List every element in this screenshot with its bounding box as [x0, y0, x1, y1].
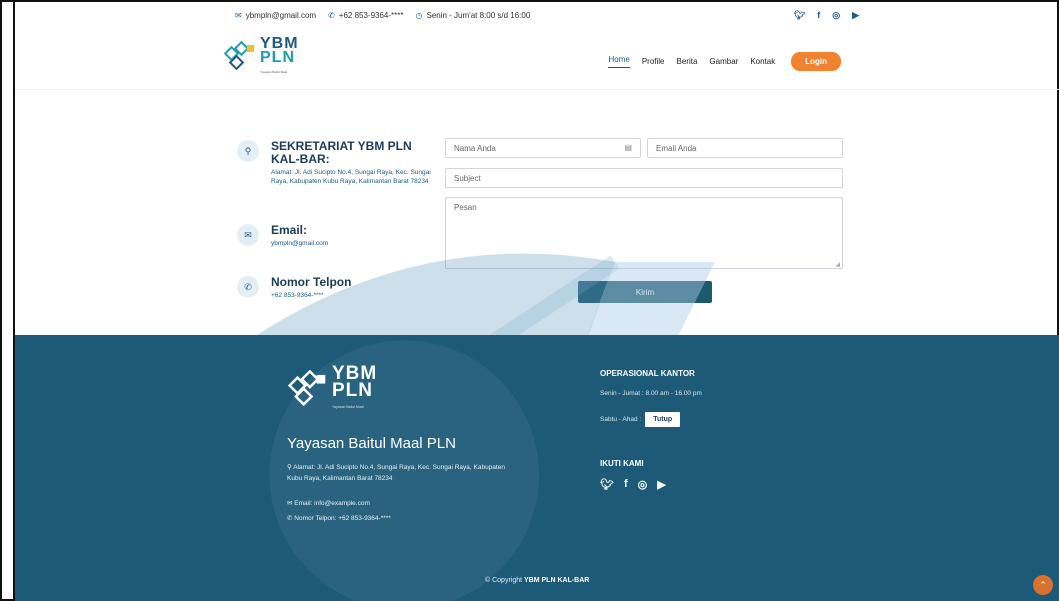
instagram-icon[interactable]: ◎: [638, 478, 648, 491]
login-button[interactable]: Login: [791, 52, 841, 71]
facebook-icon[interactable]: f: [624, 478, 628, 491]
footer-address: ⚲ Alamat: Jl. Adi Sucipto No.4, Sungai R…: [287, 462, 517, 484]
logo-subtitle: Yayasan Baitul Maal: [260, 70, 288, 74]
office-info: ⚲ SEKRETARIAT YBM PLN KAL-BAR: Alamat: J…: [237, 140, 437, 186]
footer-logo[interactable]: YBM PLN Yayasan Baitul Maal: [287, 364, 377, 416]
email-value: ybmpln@gmail.com: [271, 240, 329, 247]
copyright-prefix: © Copyright: [485, 577, 525, 584]
twitter-icon[interactable]: 🐦︎: [794, 10, 805, 21]
name-input-placeholder: Nama Anda: [454, 144, 496, 153]
logo-text-pln: PLN: [260, 49, 295, 66]
envelope-icon: ✉: [237, 224, 259, 246]
closed-badge: Tutup: [645, 412, 681, 427]
nav-gambar[interactable]: Gambar: [709, 57, 738, 66]
message-textarea[interactable]: Pesan ◢: [445, 197, 843, 269]
follow-title: IKUTI KAMI: [600, 459, 644, 468]
name-input[interactable]: Nama Anda ▤: [445, 138, 641, 158]
page: ✉ ybmpln@gmail.com ✆ +62 853-9364-**** ◷…: [13, 2, 1059, 601]
nav-profile[interactable]: Profile: [642, 57, 665, 66]
footer-phone[interactable]: ✆ Nomor Telpon: +62 853-9364-****: [287, 514, 391, 522]
footer-org-name: Yayasan Baitul Maal PLN: [287, 435, 456, 452]
phone-title: Nomor Telpon: [271, 275, 352, 289]
footer-email-text: Email: info@example.com: [294, 500, 370, 507]
phone-info: ✆ Nomor Telpon +62 853-9364-****: [237, 276, 437, 300]
contact-card-icon: ▤: [624, 143, 632, 152]
subject-input-placeholder: Subject: [454, 174, 481, 183]
email-input-placeholder: Email Anda: [656, 144, 697, 153]
phone-icon: ✆: [328, 11, 335, 20]
copyright-name: YBM PLN KAL-BAR: [524, 577, 590, 584]
logo[interactable]: YBM PLN Yayasan Baitul Maal: [223, 36, 303, 76]
footer: YBM PLN Yayasan Baitul Maal Yayasan Bait…: [15, 335, 1059, 601]
topbar: ✉ ybmpln@gmail.com ✆ +62 853-9364-**** ◷…: [15, 2, 1059, 30]
facebook-icon[interactable]: f: [817, 10, 820, 21]
footer-logo-mark-icon: [287, 369, 326, 406]
nav-berita[interactable]: Berita: [677, 57, 698, 66]
map-pin-icon: ⚲: [237, 140, 259, 162]
topbar-email[interactable]: ✉ ybmpln@gmail.com: [235, 11, 316, 20]
nav-kontak[interactable]: Kontak: [750, 57, 775, 66]
footer-email[interactable]: ✉ Email: info@example.com: [287, 499, 370, 507]
twitter-icon[interactable]: 🐦︎: [600, 478, 614, 491]
topbar-social: 🐦︎ f ◎ ▶: [794, 10, 859, 21]
envelope-icon: ✉: [235, 11, 242, 20]
topbar-hours: ◷ Senin - Jum'at 8:00 s/d 16:00: [416, 11, 531, 20]
header: YBM PLN Yayasan Baitul Maal Home Profile…: [15, 30, 1059, 90]
ops-title: OPERASIONAL KANTOR: [600, 369, 695, 378]
subject-input[interactable]: Subject: [445, 168, 843, 188]
topbar-phone[interactable]: ✆ +62 853-9364-****: [328, 11, 403, 20]
ops-weekend-label: Sabtu - Ahad :: [600, 416, 642, 423]
send-button[interactable]: Kirim: [578, 281, 712, 303]
main-nav: Home Profile Berita Gambar Kontak Login: [608, 52, 841, 71]
instagram-icon[interactable]: ◎: [832, 10, 840, 21]
phone-icon: ✆: [237, 276, 259, 298]
phone-value: +62 853-9364-****: [271, 292, 324, 299]
resize-handle-icon[interactable]: ◢: [835, 261, 840, 268]
ops-weekday: Senin - Jumat : 8.00 am - 16.00 pm: [600, 390, 702, 397]
email-input[interactable]: Email Anda: [647, 138, 843, 158]
footer-address-text: Alamat: Jl. Adi Sucipto No.4, Sungai Ray…: [287, 464, 505, 482]
ops-weekend: Sabtu - Ahad : Tutup: [600, 412, 681, 427]
logo-mark-icon: [223, 41, 254, 71]
footer-social: 🐦︎ f ◎ ▶: [600, 478, 666, 491]
contact-section: ⚲ SEKRETARIAT YBM PLN KAL-BAR: Alamat: J…: [15, 90, 1059, 335]
clock-icon: ◷: [415, 11, 423, 20]
topbar-phone-text: +62 853-9364-****: [338, 11, 404, 20]
footer-logo-text-pln: PLN: [332, 380, 373, 401]
footer-logo-subtitle: Yayasan Baitul Maal: [332, 405, 364, 409]
message-textarea-placeholder: Pesan: [454, 203, 477, 212]
footer-phone-text: Nomor Telpon: +62 853-9364-****: [294, 515, 391, 522]
topbar-email-text: ybmpln@gmail.com: [245, 11, 317, 20]
youtube-icon[interactable]: ▶: [852, 10, 859, 21]
email-info: ✉ Email: ybmpln@gmail.com: [237, 224, 437, 248]
topbar-hours-text: Senin - Jum'at 8:00 s/d 16:00: [426, 11, 531, 20]
copyright: © Copyright YBM PLN KAL-BAR: [485, 577, 589, 584]
office-title: SEKRETARIAT YBM PLN KAL-BAR:: [271, 139, 412, 166]
nav-home[interactable]: Home: [608, 55, 630, 68]
footer-background-decoration: [269, 340, 539, 601]
scroll-to-top-button[interactable]: ⌃: [1033, 575, 1053, 595]
office-address: Alamat: Jl. Adi Sucipto No.4, Sungai Ray…: [271, 169, 431, 185]
email-title: Email:: [271, 223, 308, 237]
youtube-icon[interactable]: ▶: [657, 478, 665, 491]
chevron-up-icon: ⌃: [1039, 579, 1047, 590]
